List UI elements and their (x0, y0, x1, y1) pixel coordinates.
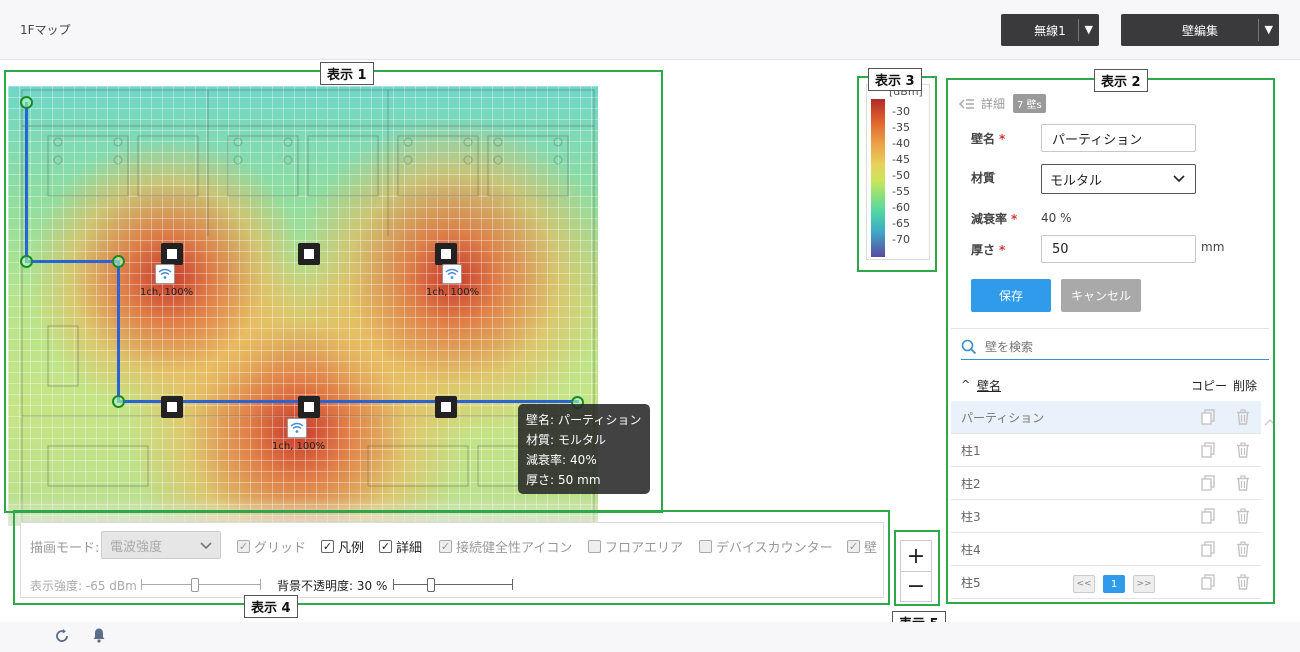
page-title: 1Fマップ (20, 23, 71, 37)
callout-label-3: 表示 3 (868, 68, 922, 91)
refresh-icon[interactable] (54, 628, 70, 644)
chevron-down-icon: ▼ (1084, 23, 1093, 36)
wireless-dropdown-label: 無線1 (1034, 23, 1066, 38)
callout-frame-2 (946, 78, 1275, 604)
callout-label-2: 表示 2 (1094, 69, 1148, 92)
top-bar: 1Fマップ 無線1 ▼ 壁編集 ▼ (0, 0, 1300, 60)
callout-frame-4 (13, 510, 890, 605)
wall-edit-dropdown[interactable]: 壁編集 ▼ (1121, 14, 1279, 46)
dropdown-divider (1258, 19, 1259, 41)
callout-label-1: 表示 1 (320, 62, 374, 85)
dropdown-divider (1078, 19, 1079, 41)
footer-bar (0, 622, 1300, 652)
chevron-down-icon: ▼ (1264, 23, 1273, 36)
wall-edit-dropdown-label: 壁編集 (1181, 23, 1218, 38)
bell-icon[interactable] (92, 627, 106, 643)
callout-frame-3 (857, 76, 937, 272)
callout-label-4: 表示 4 (244, 595, 298, 618)
callout-frame-1 (4, 70, 663, 513)
wireless-dropdown[interactable]: 無線1 ▼ (1001, 14, 1099, 46)
callout-frame-5 (894, 530, 940, 606)
